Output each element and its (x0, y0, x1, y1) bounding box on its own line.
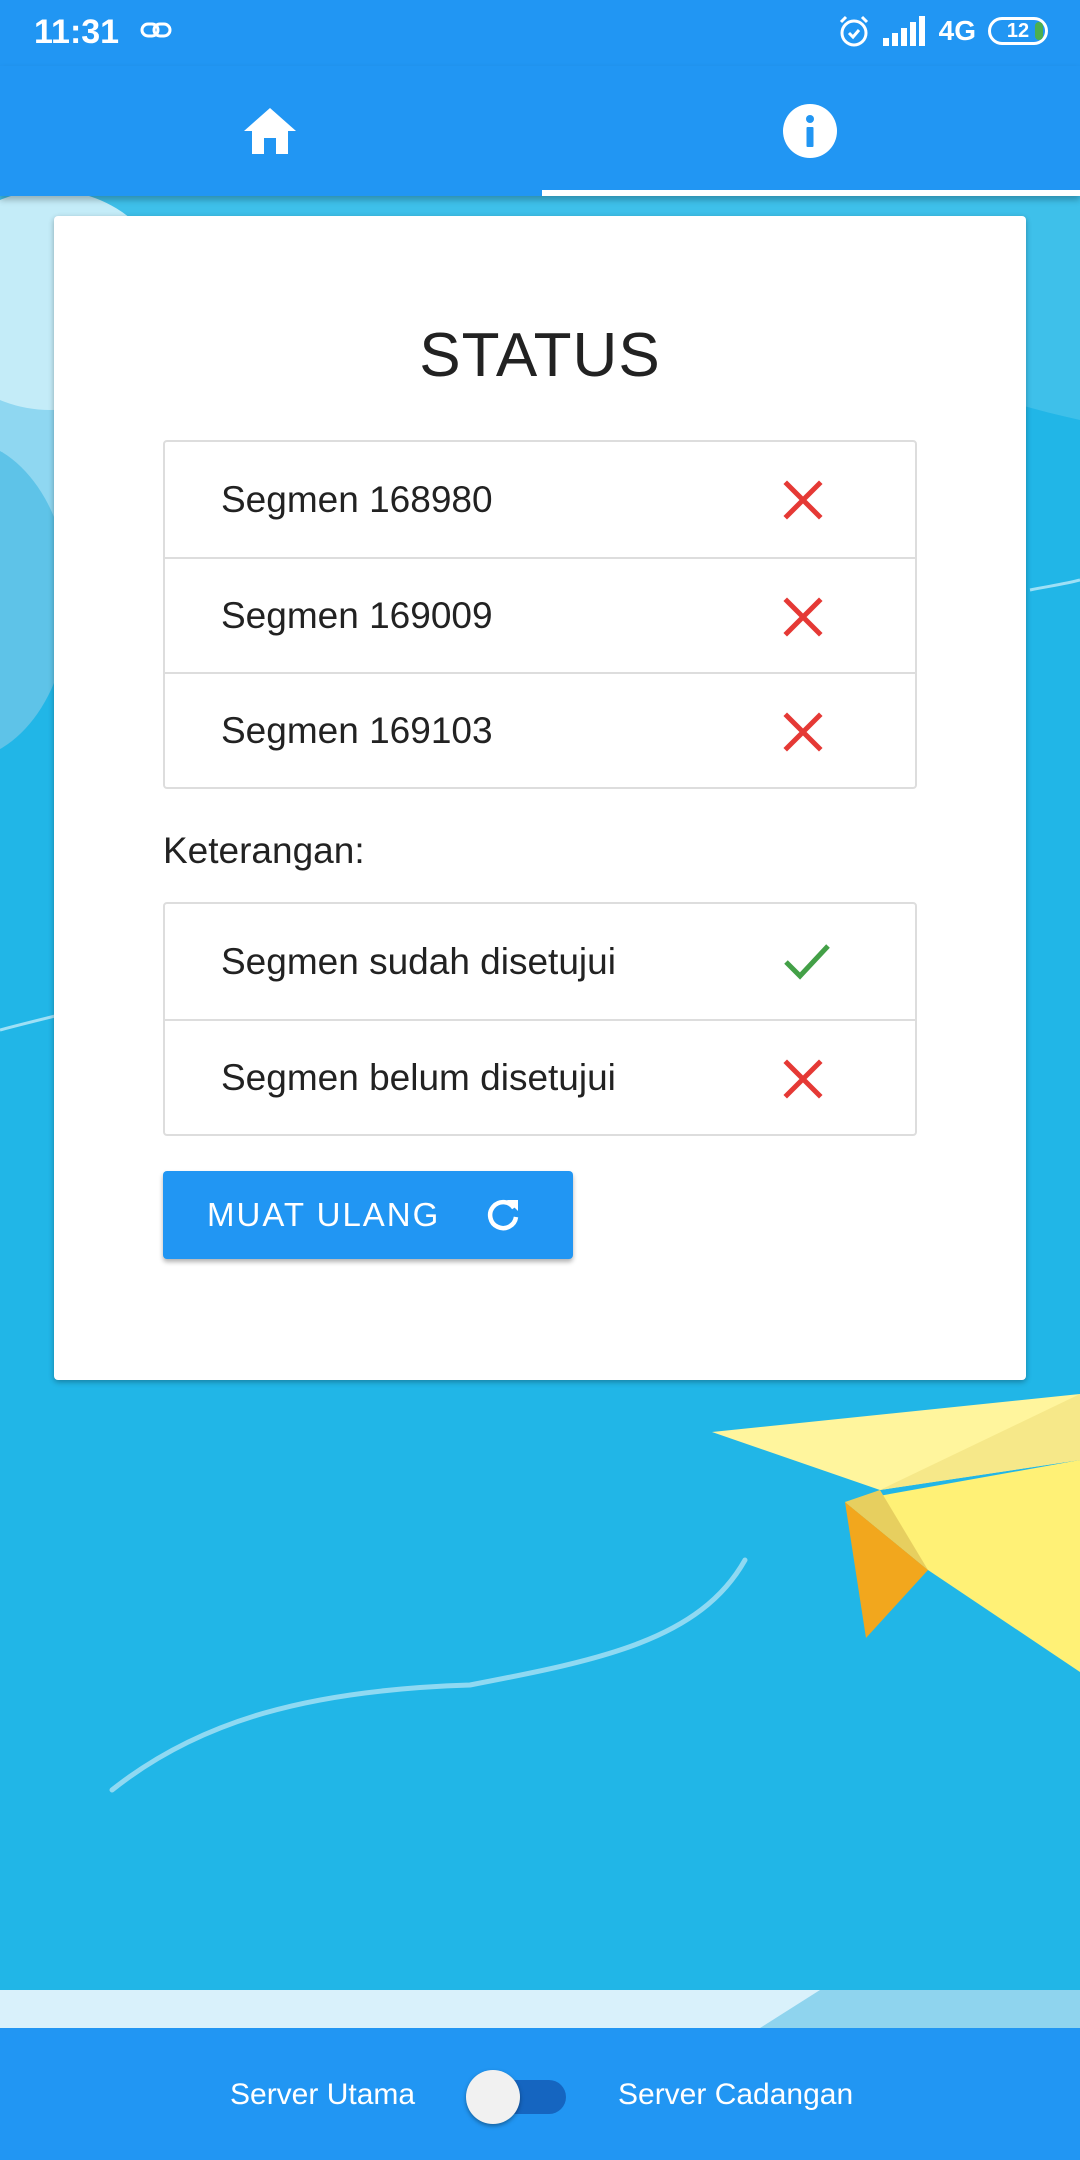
toggle-thumb (466, 2070, 520, 2124)
tab-bar (0, 66, 1080, 196)
cross-icon (783, 712, 823, 752)
refresh-icon (487, 1199, 519, 1231)
tab-indicator (542, 190, 1080, 196)
check-icon (784, 944, 830, 980)
alarm-icon (839, 15, 868, 47)
cross-icon (783, 1059, 823, 1099)
legend-label: Segmen sudah disetujui (221, 940, 616, 982)
reload-button[interactable]: MUAT ULANG (163, 1171, 573, 1259)
primary-server-label: Server Utama (230, 2078, 416, 2111)
reload-button-label: MUAT ULANG (207, 1196, 441, 1233)
segment-label: Segmen 169009 (221, 594, 493, 636)
legend-list: Segmen sudah disetujui Segmen belum dise… (163, 902, 917, 1136)
server-toggle[interactable] (464, 2068, 568, 2124)
list-item: Segmen 168980 (165, 442, 915, 557)
cross-icon (783, 597, 823, 637)
signal-icon (882, 16, 925, 46)
battery-icon: 12 (988, 17, 1048, 45)
page-title: STATUS (419, 321, 661, 390)
link-icon (140, 22, 172, 38)
legend-heading: Keterangan: (163, 830, 365, 871)
status-time: 11:31 (34, 13, 120, 51)
status-bar: 11:31 4G 12 (0, 0, 1080, 66)
legend-label: Segmen belum disetujui (221, 1056, 616, 1098)
tab-home[interactable] (0, 66, 540, 196)
status-card: STATUS Segmen 168980 Segmen 169009 Segme… (54, 216, 1026, 1380)
list-item: Segmen 169103 (165, 672, 915, 787)
battery-level: 12 (1006, 19, 1030, 42)
segment-list: Segmen 168980 Segmen 169009 Segmen 16910… (163, 440, 917, 789)
segment-label: Segmen 168980 (221, 478, 493, 520)
list-item: Segmen belum disetujui (165, 1019, 915, 1134)
info-icon (783, 104, 837, 158)
list-item: Segmen 169009 (165, 557, 915, 672)
list-item: Segmen sudah disetujui (165, 904, 915, 1019)
segment-label: Segmen 169103 (221, 709, 493, 751)
tab-info[interactable] (540, 66, 1080, 196)
home-icon (244, 108, 296, 154)
backup-server-label: Server Cadangan (618, 2078, 854, 2111)
network-type: 4G (938, 15, 976, 46)
status-icons: 4G 12 (837, 14, 1048, 48)
cross-icon (783, 480, 823, 520)
server-bar: Server Utama Server Cadangan (0, 2028, 1080, 2160)
